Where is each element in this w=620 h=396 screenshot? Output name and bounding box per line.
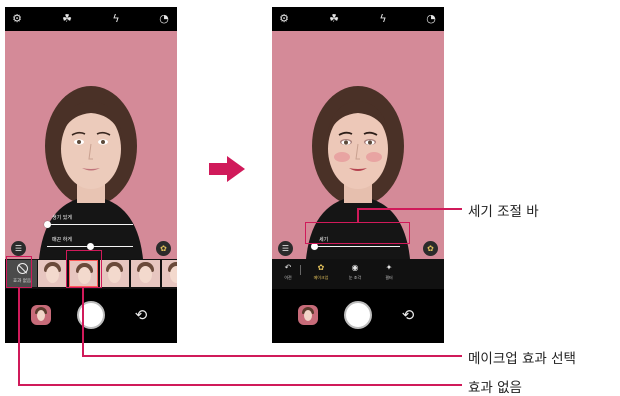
- camera-bottom-bar: ⟲: [272, 289, 444, 343]
- menu-item-makeup[interactable]: ✿ 메이크업: [310, 263, 332, 281]
- no-effect-highlight: [6, 256, 32, 288]
- switch-camera-icon[interactable]: ⟲: [398, 305, 418, 325]
- arrow-right-icon: [209, 156, 245, 182]
- strength-slider-track[interactable]: [314, 246, 400, 247]
- makeup-menu-bar: ↶ 이전 ✿ 메이크업 ◉ 눈 조각 ✦ 필터: [272, 259, 444, 289]
- callout-line: [18, 384, 462, 386]
- phone-screen-before: ⚙ ☘ ϟ ◔ 생기 있게 매끈 하게 ☰ ✿ 효과 없음 ⟲: [5, 7, 177, 343]
- menu-item-filter[interactable]: ✦ 필터: [378, 263, 400, 281]
- phone-screen-after: ⚙ ☘ ϟ ◔ 세기 ☰ ✿ ↶ 이전 ✿ 메이크업 ◉ 눈 조각 ✦ 필터 ⟲: [272, 7, 444, 343]
- settings-icon[interactable]: ⚙: [277, 12, 291, 26]
- menu-divider: [300, 265, 301, 275]
- menu-item-makeup-label: 메이크업: [313, 275, 329, 280]
- slider-smooth-knob[interactable]: [87, 243, 94, 250]
- callout-line: [82, 288, 84, 355]
- filter-icon[interactable]: ☘: [327, 12, 341, 26]
- menu-item-undo[interactable]: ↶ 이전: [277, 263, 299, 281]
- filter-menu-icon: ✦: [385, 263, 393, 272]
- filter-icon[interactable]: ☘: [60, 12, 74, 26]
- camera-top-bar: ⚙ ☘ ϟ ◔: [5, 7, 177, 31]
- camera-preview: 생기 있게 매끈 하게 ☰ ✿: [5, 31, 177, 259]
- slider-vivid-label: 생기 있게: [52, 215, 72, 221]
- makeup-thumb-1[interactable]: [38, 260, 67, 287]
- callout-makeup-select: 메이크업 효과 선택: [468, 351, 576, 367]
- callout-strength-bar: 세기 조절 바: [468, 204, 539, 220]
- slider-smooth-label: 매끈 하게: [52, 237, 72, 243]
- adjust-button[interactable]: ☰: [11, 241, 26, 256]
- makeup-thumb-3[interactable]: [100, 260, 129, 287]
- switch-camera-icon[interactable]: ⟲: [131, 305, 151, 325]
- menu-item-eye[interactable]: ◉ 눈 조각: [344, 263, 366, 281]
- menu-item-undo-label: 이전: [284, 275, 292, 280]
- timer-icon[interactable]: ◔: [424, 12, 438, 26]
- camera-bottom-bar: ⟲: [5, 289, 177, 343]
- makeup-icon: ✿: [317, 263, 325, 272]
- flash-off-icon[interactable]: ϟ: [376, 12, 390, 26]
- makeup-mode-button[interactable]: ✿: [423, 241, 438, 256]
- strength-slider-knob[interactable]: [311, 243, 318, 250]
- makeup-thumb-4[interactable]: [131, 260, 160, 287]
- eye-icon: ◉: [351, 263, 359, 272]
- gallery-thumbnail[interactable]: [31, 305, 51, 325]
- settings-icon[interactable]: ⚙: [10, 12, 24, 26]
- callout-line: [82, 355, 462, 357]
- callout-line: [357, 208, 359, 223]
- slider-vivid-track[interactable]: [47, 224, 133, 225]
- timer-icon[interactable]: ◔: [157, 12, 171, 26]
- makeup-thumb-highlight: [66, 250, 102, 288]
- shutter-button[interactable]: [344, 301, 372, 329]
- undo-icon: ↶: [284, 263, 292, 272]
- flash-off-icon[interactable]: ϟ: [109, 12, 123, 26]
- camera-top-bar: ⚙ ☘ ϟ ◔: [272, 7, 444, 31]
- gallery-thumbnail[interactable]: [298, 305, 318, 325]
- callout-line: [357, 208, 462, 210]
- makeup-mode-button[interactable]: ✿: [156, 241, 171, 256]
- slider-vivid-knob[interactable]: [44, 221, 51, 228]
- menu-item-filter-label: 필터: [385, 275, 393, 280]
- callout-no-effect: 효과 없음: [468, 380, 522, 396]
- makeup-thumb-5[interactable]: [162, 260, 177, 287]
- menu-item-eye-label: 눈 조각: [348, 275, 362, 280]
- strength-bar-highlight: [305, 222, 410, 244]
- adjust-button[interactable]: ☰: [278, 241, 293, 256]
- callout-line: [18, 288, 20, 384]
